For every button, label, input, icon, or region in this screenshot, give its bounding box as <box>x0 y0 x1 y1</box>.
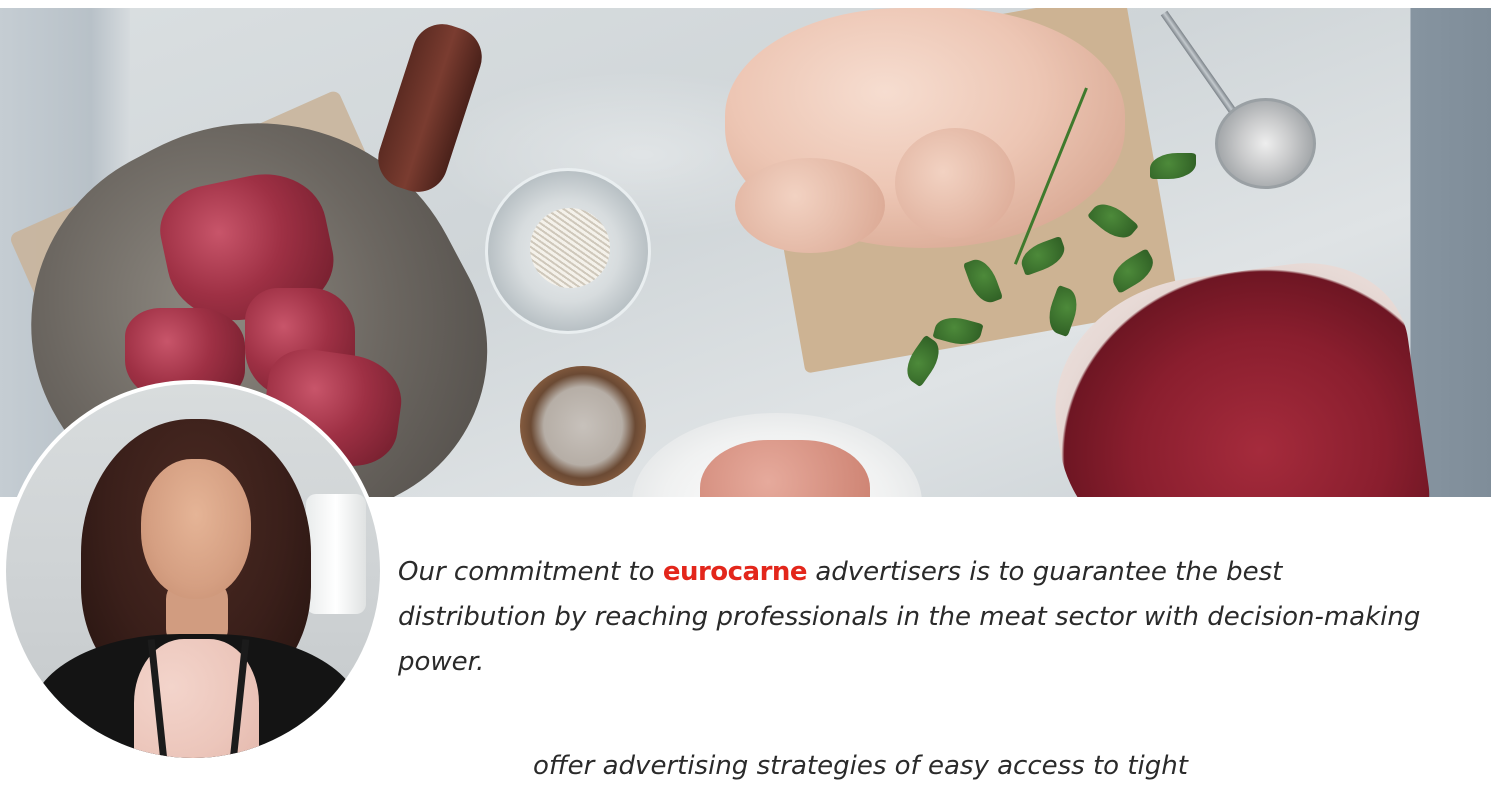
salt-spoon <box>1215 98 1316 189</box>
avatar-photo <box>6 384 380 758</box>
salt-bowl <box>520 366 646 486</box>
quote-continuation-text: offer advertising strategies of easy acc… <box>533 751 1188 781</box>
quote-continuation: offer advertising strategies of easy acc… <box>398 744 1438 789</box>
chicken-leg <box>735 158 885 253</box>
face <box>141 459 251 599</box>
author-avatar <box>2 380 384 762</box>
commitment-quote: Our commitment to eurocarne advertisers … <box>398 550 1438 685</box>
chicken-leg <box>895 128 1015 238</box>
quote-text-start: Our commitment to <box>398 557 663 587</box>
quote-paragraph: Our commitment to eurocarne advertisers … <box>398 550 1438 685</box>
twine-ball <box>530 208 610 288</box>
brand-name: eurocarne <box>662 557 808 587</box>
background-lamp <box>306 494 366 614</box>
backdrop-right <box>1411 8 1491 497</box>
